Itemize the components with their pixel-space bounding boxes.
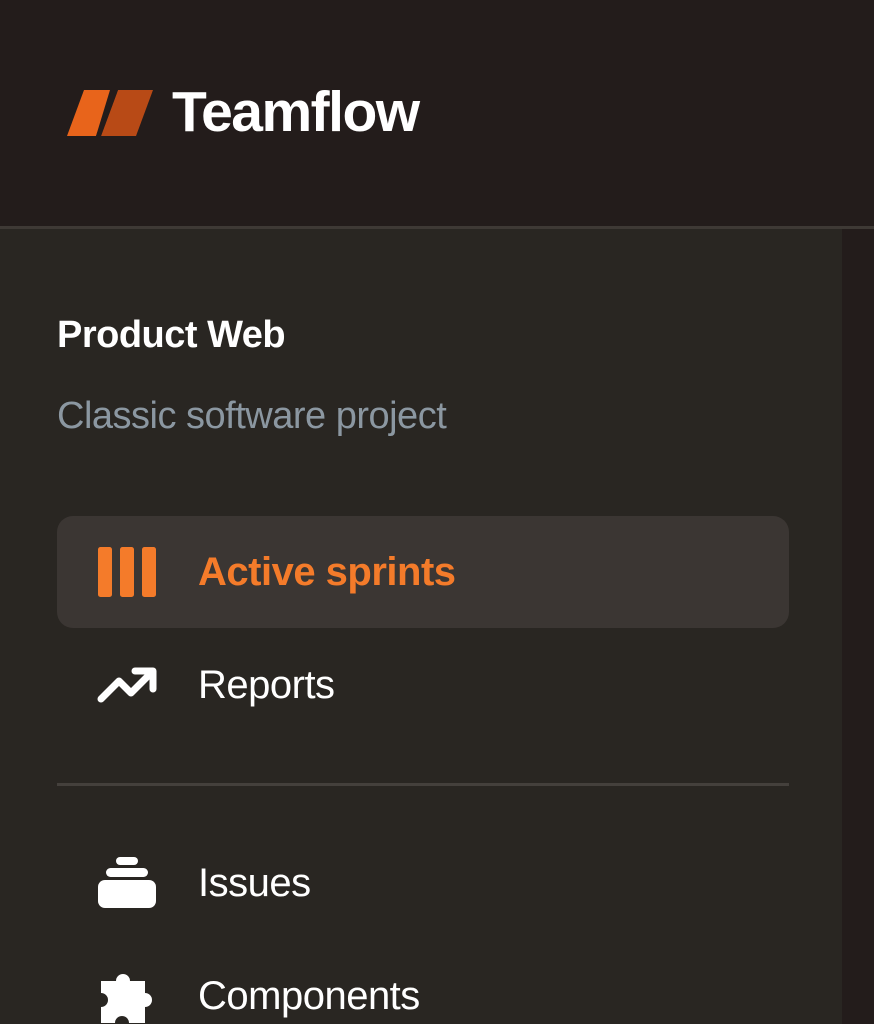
nav-label-reports: Reports	[198, 662, 335, 707]
trending-up-icon	[97, 655, 157, 715]
content-edge	[842, 229, 874, 1024]
project-name: Product Web	[57, 314, 286, 356]
nav-label-issues: Issues	[198, 860, 311, 905]
app-window: Teamflow Product Web Classic software pr…	[0, 0, 874, 1024]
app-name: Teamflow	[172, 80, 420, 144]
stack-icon	[97, 853, 157, 913]
nav-item-reports[interactable]: Reports	[57, 629, 789, 741]
project-type: Classic software project	[57, 395, 447, 437]
nav-label-active-sprints: Active sprints	[198, 549, 456, 594]
nav-item-active-sprints[interactable]: Active sprints	[57, 516, 789, 628]
nav-item-components[interactable]: Components	[57, 940, 789, 1024]
app-logo[interactable]: Teamflow	[66, 80, 420, 144]
nav-item-issues[interactable]: Issues	[57, 827, 789, 939]
top-bar: Teamflow	[0, 0, 874, 227]
puzzle-icon	[97, 966, 157, 1024]
project-sidebar: Product Web Classic software project Act…	[0, 229, 842, 1024]
nav-label-components: Components	[198, 973, 420, 1018]
teamflow-logo-icon	[67, 89, 153, 136]
nav-divider	[57, 783, 789, 786]
sprint-board-icon	[97, 542, 157, 602]
